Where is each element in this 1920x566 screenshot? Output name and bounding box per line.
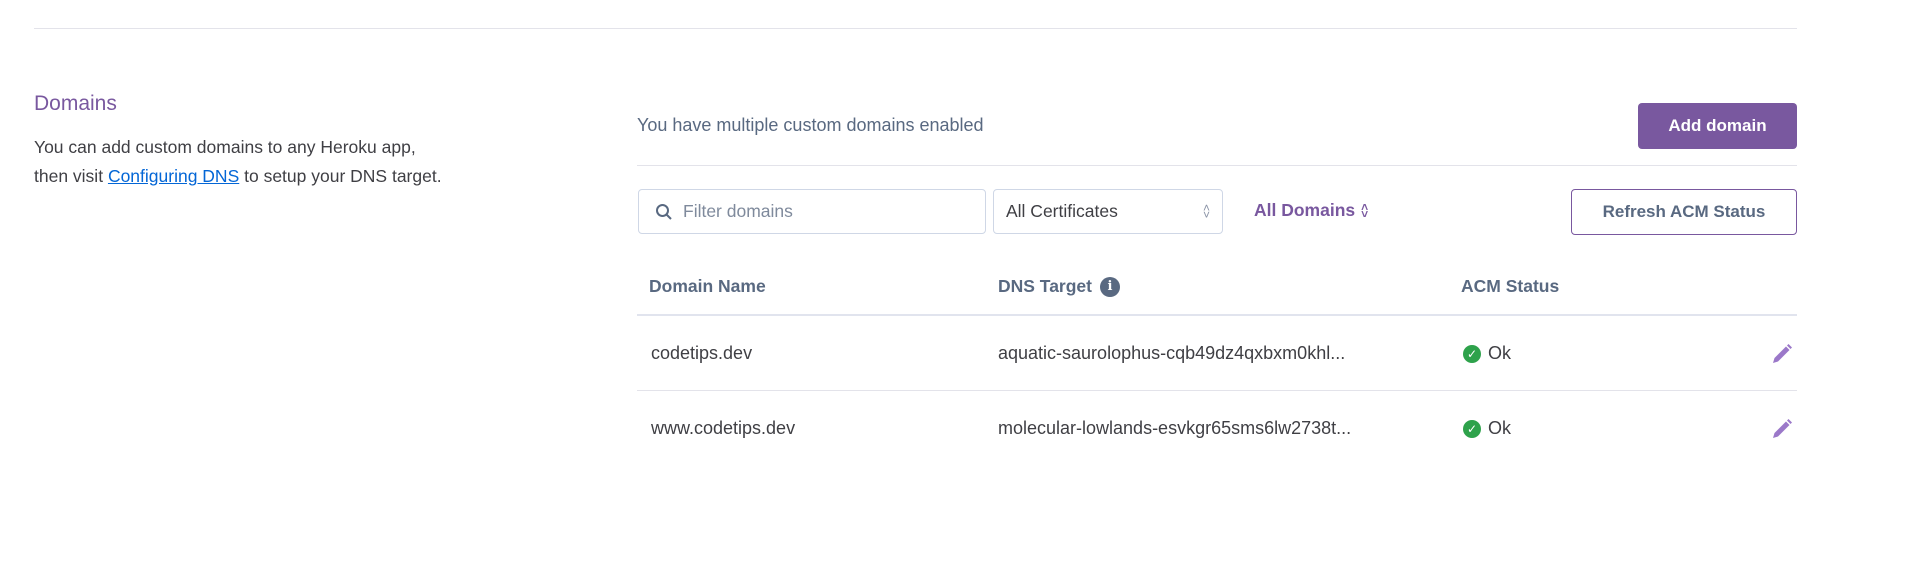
certificates-select[interactable]: All Certificates ˄ ˅ — [993, 189, 1223, 234]
chevron-updown-icon: ˄ ˅ — [1202, 200, 1210, 222]
all-domains-dropdown[interactable]: All Domains ˄ ˅ — [1254, 200, 1368, 221]
dns-target-label: DNS Target — [998, 276, 1092, 296]
description-text: to setup your DNS target. — [239, 166, 442, 186]
refresh-acm-status-button[interactable]: Refresh ACM Status — [1571, 189, 1797, 235]
dns-target: aquatic-saurolophus-cqb49dz4qxbxm0khl... — [998, 343, 1346, 363]
all-domains-label: All Domains — [1254, 200, 1356, 220]
filter-domains-input[interactable]: Filter domains — [638, 189, 986, 234]
check-circle-icon: ✓ — [1463, 344, 1481, 363]
domain-name: www.codetips.dev — [651, 418, 796, 438]
edit-pencil-icon[interactable] — [1770, 417, 1794, 441]
search-icon — [656, 203, 672, 220]
dns-target: molecular-lowlands-esvkgr65sms6lw2738t..… — [998, 418, 1352, 438]
header-divider — [637, 165, 1797, 166]
section-description: You can add custom domains to any Heroku… — [34, 133, 454, 191]
column-header-acm-status: ACM Status — [1461, 276, 1560, 296]
table-header-divider — [637, 314, 1797, 316]
add-domain-button[interactable]: Add domain — [1638, 103, 1797, 149]
section-divider — [34, 28, 1797, 29]
acm-status: ✓ Ok — [1463, 418, 1511, 439]
certificates-selected: All Certificates — [1006, 201, 1118, 221]
column-header-domain-name: Domain Name — [649, 276, 766, 296]
section-title: Domains — [34, 92, 117, 115]
acm-status-text: Ok — [1488, 343, 1512, 363]
info-icon[interactable]: i — [1100, 276, 1120, 297]
configuring-dns-link[interactable]: Configuring DNS — [108, 166, 239, 186]
domain-name: codetips.dev — [651, 343, 753, 363]
chevron-updown-icon: ˄ ˅ — [1361, 199, 1369, 221]
row-divider — [637, 390, 1797, 391]
filter-placeholder: Filter domains — [683, 201, 793, 221]
acm-status: ✓ Ok — [1463, 343, 1511, 364]
check-circle-icon: ✓ — [1463, 419, 1481, 438]
acm-status-text: Ok — [1488, 418, 1512, 438]
column-header-dns-target: DNS Target i — [998, 276, 1120, 297]
domains-status-text: You have multiple custom domains enabled — [637, 115, 984, 135]
edit-pencil-icon[interactable] — [1770, 342, 1794, 366]
